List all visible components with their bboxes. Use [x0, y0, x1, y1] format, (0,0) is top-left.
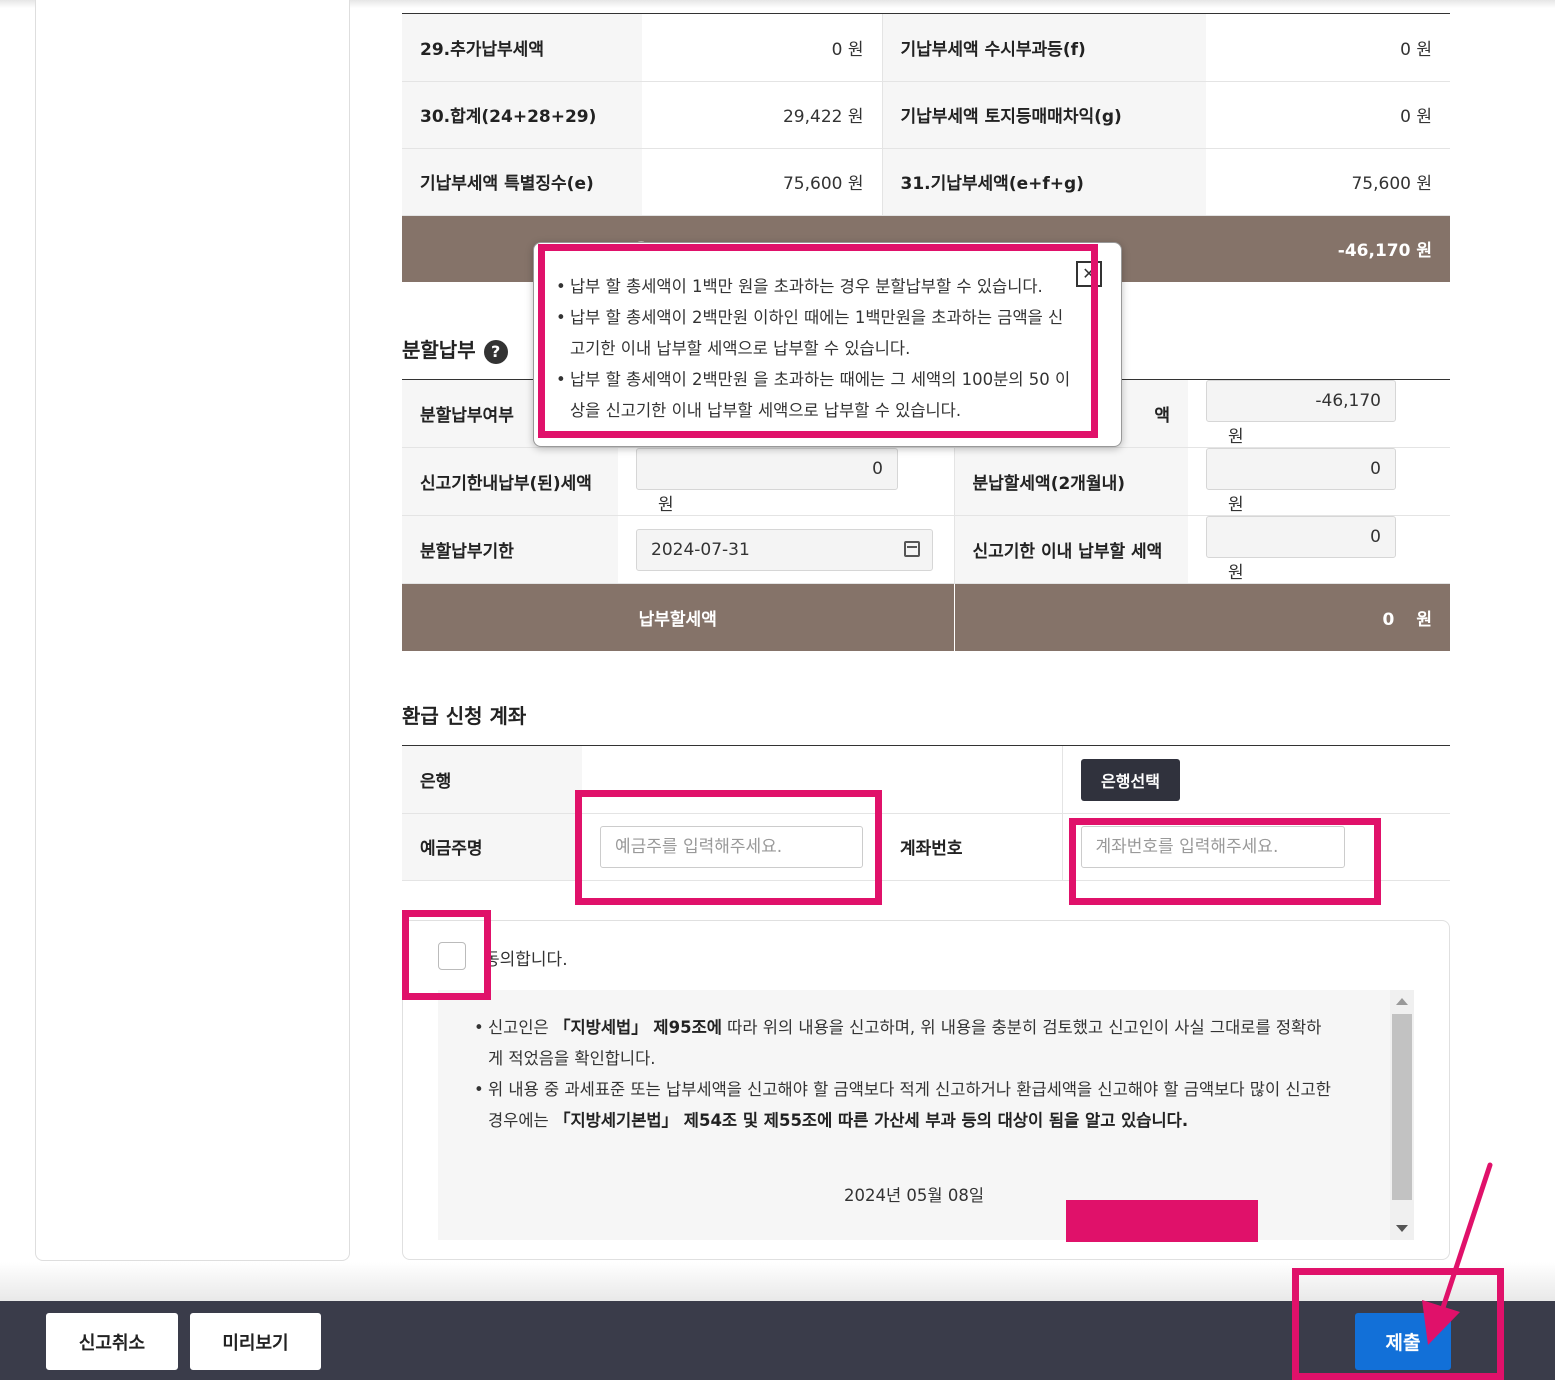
installment-title: 분할납부? [402, 334, 508, 364]
left-panel [35, 0, 350, 1261]
row-label: 31.기납부세액(e+f+g) [881, 148, 1206, 216]
notice-text: 신고인은 [488, 1018, 554, 1037]
installment-deadline-date-field[interactable]: 2024-07-31 [636, 528, 933, 571]
cancel-report-button[interactable]: 신고취소 [46, 1313, 178, 1370]
row-label: 은행 [402, 746, 582, 814]
row-label: 29.추가납부세액 [402, 14, 642, 82]
unit-label: 원 [1228, 427, 1244, 447]
unit-label: 원 [1416, 609, 1432, 630]
table-row: 30.합계(24+28+29) 29,422 원 기납부세액 토지등매매차익(g… [402, 81, 1450, 149]
table-row: 29.추가납부세액 0 원 기납부세액 수시부과등(f) 0 원 [402, 14, 1450, 82]
row-value-cell: 0원 [618, 447, 954, 516]
notice-list: 신고인은 「지방세법」 제95조에 따라 위의 내용을 신고하며, 위 내용을 … [474, 1012, 1334, 1136]
row-label: 계좌번호 [882, 813, 1062, 881]
row-label: 신고기한내납부(된)세액 [402, 447, 618, 516]
pay-in-deadline-field: 0 [1206, 516, 1396, 558]
row-label: 예금주명 [402, 813, 582, 881]
calendar-icon[interactable] [904, 540, 920, 557]
bank-spacer [882, 746, 1062, 814]
account-highlight [1069, 818, 1381, 905]
holder-highlight [575, 790, 882, 905]
unit-label: 원 [1228, 495, 1244, 515]
paid-in-deadline-field[interactable]: 0 [636, 448, 898, 490]
notice-item: 신고인은 「지방세법」 제95조에 따라 위의 내용을 신고하며, 위 내용을 … [474, 1012, 1334, 1074]
table-row: 분할납부기한 2024-07-31 신고기한 이내 납부할 세액 0원 [402, 515, 1450, 584]
row-value-cell: -46,170 원 [1188, 380, 1450, 448]
refund-title: 환급 신청 계좌 [402, 704, 527, 728]
redaction-bar [1066, 1200, 1258, 1242]
row-label: 기납부세액 토지등매매차익(g) [881, 81, 1206, 149]
installment-amount-field: 0 [1206, 448, 1396, 490]
unit-label: 원 [658, 495, 674, 515]
row-value-cell: 0원 [1188, 447, 1450, 516]
scroll-up-icon[interactable] [1396, 998, 1408, 1005]
table-row: 신고기한내납부(된)세액 0원 분납할세액(2개월내) 0원 [402, 447, 1450, 516]
row-value: 0 원 [1206, 14, 1450, 82]
total-tax-field: -46,170 [1206, 380, 1396, 422]
row-label: 30.합계(24+28+29) [402, 81, 642, 149]
row-value-cell: 0원 [1188, 515, 1450, 584]
row-value: 75,600 원 [1206, 148, 1450, 216]
help-icon[interactable]: ? [483, 339, 508, 364]
notice-bold-text: 「지방세기본법」 제54조 및 제55조에 따른 가산세 부과 등의 대상이 됨… [553, 1111, 1189, 1130]
row-label: 기납부세액 특별징수(e) [402, 148, 642, 216]
row-value-cell: 2024-07-31 [618, 515, 954, 584]
checkbox-highlight [402, 910, 491, 1000]
total-value-cell: 0원 [953, 583, 1450, 651]
row-value: 29,422 원 [642, 81, 882, 149]
row-value: 0 원 [642, 14, 882, 82]
table-row: 은행 [402, 746, 1450, 814]
preview-button[interactable]: 미리보기 [190, 1313, 321, 1370]
total-value: 0 [1382, 609, 1395, 630]
total-label: 납부할세액 [402, 583, 954, 651]
total-row: 납부할세액 0원 [402, 583, 1450, 651]
notice-panel: 신고인은 「지방세법」 제95조에 따라 위의 내용을 신고하며, 위 내용을 … [438, 990, 1414, 1240]
row-label: 분할납부기한 [402, 515, 618, 584]
row-label: 기납부세액 수시부과등(f) [881, 14, 1206, 82]
table-row: 기납부세액 특별징수(e) 75,600 원 31.기납부세액(e+f+g) 7… [402, 148, 1450, 216]
notice-item: 위 내용 중 과세표준 또는 납부세액을 신고해야 할 금액보다 적게 신고하거… [474, 1074, 1334, 1136]
row-label: 신고기한 이내 납부할 세액 [953, 515, 1188, 584]
row-value: 0 원 [1206, 81, 1450, 149]
agree-label: 동의합니다. [484, 950, 568, 970]
notice-bold-text: 「지방세법」 제95조에 [553, 1018, 722, 1037]
row-value: 75,600 원 [642, 148, 882, 216]
select-bank-button[interactable]: 은행선택 [1081, 759, 1180, 801]
tooltip-highlight [538, 244, 1098, 438]
date-value: 2024-07-31 [651, 539, 750, 560]
installment-title-text: 분할납부 [402, 338, 476, 362]
arrow-pointer-icon [1422, 1162, 1493, 1345]
unit-label: 원 [1228, 563, 1244, 583]
row-label: 분납할세액(2개월내) [953, 447, 1188, 516]
